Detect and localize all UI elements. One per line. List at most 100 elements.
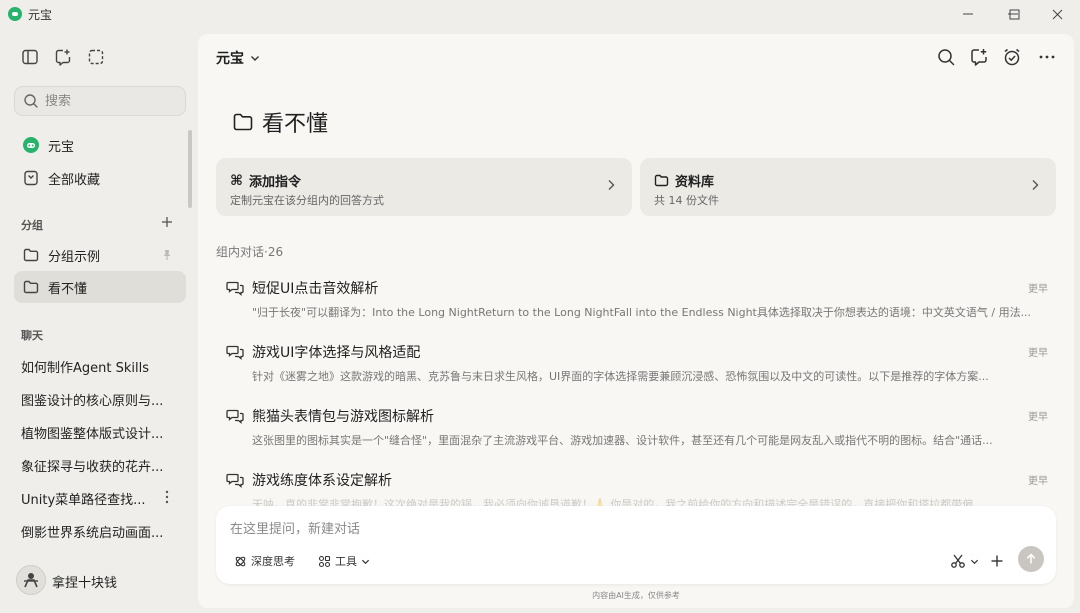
model-label: 元宝 (216, 51, 244, 67)
sidebar-scrollbar[interactable] (188, 130, 192, 208)
conversation-item[interactable]: 短促UI点击音效解析 更早 "归于长夜"可以翻译为：Into the Long … (220, 274, 1056, 330)
chevron-down-icon (361, 559, 370, 564)
new-chat-in-group-button[interactable] (969, 47, 989, 67)
card-subtitle: 共 14 份文件 (654, 194, 719, 207)
conversation-title: 游戏UI字体选择与风格适配 (252, 345, 421, 361)
screenshot-button[interactable] (87, 48, 107, 68)
more-button[interactable] (1037, 47, 1057, 67)
group-item-kanbudong[interactable]: 看不懂 (14, 271, 186, 303)
groups-section-label: 分组 (21, 219, 43, 232)
chat-bubbles-icon (226, 345, 244, 360)
sidebar-item-label: 全部收藏 (48, 172, 101, 188)
search-icon (24, 94, 38, 108)
group-item-example[interactable]: 分组示例 (14, 239, 186, 271)
page-title: 看不懂 (232, 106, 328, 138)
sidebar-item-favorites[interactable]: 全部收藏 (14, 162, 186, 194)
conversation-date: 更早 (1028, 412, 1048, 423)
maximize-icon (1009, 9, 1019, 19)
prompt-input[interactable] (230, 518, 1030, 540)
chat-item[interactable]: Unity菜单路径查找... (21, 489, 161, 508)
more-horizontal-icon (1039, 55, 1055, 59)
bookmark-icon (24, 170, 38, 186)
toggle-sidebar-button[interactable] (21, 48, 41, 68)
main-panel: 元宝 看不懂 ⌘ 添加指令 定制元宝在该分组内的回答方式 资料库 共 14 份文… (198, 34, 1074, 608)
chat-bubbles-icon (226, 473, 244, 488)
chat-item[interactable]: 植物图鉴整体版式设计... (21, 423, 181, 442)
add-group-button[interactable] (160, 215, 174, 229)
command-icon: ⌘ (230, 172, 243, 189)
minimize-icon (963, 13, 973, 15)
chat-item-more-button[interactable] (161, 489, 173, 505)
avatar[interactable] (16, 565, 46, 595)
sidebar-panel-icon (22, 49, 38, 65)
send-button[interactable] (1018, 546, 1044, 572)
folder-title-text: 看不懂 (262, 112, 329, 137)
conversation-count: 组内对话·26 (216, 245, 284, 259)
arrow-up-icon (1026, 553, 1036, 564)
ai-disclaimer: 内容由AI生成，仅供参考 (592, 591, 680, 600)
conversation-preview: 这张图里的图标其实是一个"缝合怪"，里面混杂了主流游戏平台、游戏加速器、设计软件… (252, 434, 993, 447)
search-input[interactable] (45, 93, 175, 109)
card-title-text: 资料库 (675, 175, 715, 190)
user-avatar-icon (24, 573, 38, 588)
deep-think-button[interactable]: 深度思考 (234, 550, 295, 572)
tools-button[interactable]: 工具 (318, 550, 370, 572)
deep-think-icon (235, 556, 246, 566)
close-button[interactable] (1034, 0, 1080, 28)
scissors-menu-button[interactable] (950, 550, 979, 572)
composer: 深度思考 工具 (216, 506, 1056, 584)
conversation-date: 更早 (1028, 284, 1048, 295)
new-chat-icon (55, 49, 71, 66)
chat-item[interactable]: 图鉴设计的核心原则与... (21, 390, 181, 409)
chat-bubbles-icon (226, 409, 244, 424)
pin-icon[interactable] (162, 249, 172, 261)
title-bar: 元宝 (0, 0, 1080, 28)
model-selector[interactable]: 元宝 (216, 48, 260, 68)
app-logo-icon (8, 7, 22, 21)
chat-item[interactable]: 倒影世界系统启动画面... (21, 522, 181, 541)
chevron-down-icon (251, 56, 259, 61)
scissors-icon (951, 554, 965, 568)
tools-label: 工具 (335, 555, 357, 568)
folder-icon (233, 113, 253, 131)
search-button[interactable] (936, 47, 956, 67)
chats-section-label: 聊天 (21, 329, 43, 342)
conversation-title: 短促UI点击音效解析 (252, 281, 379, 297)
new-chat-button[interactable] (54, 48, 74, 68)
card-title: ⌘ 添加指令 (230, 171, 301, 191)
library-card[interactable]: 资料库 共 14 份文件 (640, 158, 1056, 216)
group-item-label: 看不懂 (48, 281, 88, 297)
conversation-preview: "归于长夜"可以翻译为：Into the Long NightReturn to… (252, 306, 1032, 319)
schedule-button[interactable] (1002, 47, 1022, 67)
minimize-button-2[interactable] (945, 0, 991, 28)
yuanbao-logo-icon (23, 137, 39, 153)
dashed-square-icon (88, 49, 104, 65)
chevron-right-icon (608, 180, 615, 190)
search-icon (938, 49, 955, 66)
library-folder-icon (654, 174, 669, 187)
sidebar: 元宝 全部收藏 分组 分组示例 看不懂 聊天 如何制作Agent Skills … (0, 28, 198, 613)
sidebar-item-label: 元宝 (48, 139, 75, 155)
search-box[interactable] (14, 86, 186, 116)
conversation-item[interactable]: 熊猫头表情包与游戏图标解析 更早 这张图里的图标其实是一个"缝合怪"，里面混杂了… (220, 402, 1056, 458)
alarm-check-icon (1004, 48, 1020, 66)
conversation-item[interactable]: 游戏UI字体选择与风格适配 更早 针对《迷雾之地》这款游戏的暗黑、克苏鲁与末日求… (220, 338, 1056, 394)
chevron-down-icon (970, 559, 979, 564)
conversation-date: 更早 (1028, 348, 1048, 359)
close-icon (1052, 9, 1062, 19)
sidebar-item-yuanbao[interactable]: 元宝 (14, 129, 186, 161)
conversation-preview: 针对《迷雾之地》这款游戏的暗黑、克苏鲁与末日求生风格，UI界面的字体选择需要兼顾… (252, 370, 989, 383)
maximize-button[interactable] (991, 0, 1037, 28)
window-title: 元宝 (28, 7, 53, 22)
tools-grid-icon (318, 555, 331, 567)
deep-think-label: 深度思考 (251, 555, 295, 568)
card-title: 资料库 (654, 171, 714, 190)
plus-icon (162, 217, 172, 227)
add-instruction-card[interactable]: ⌘ 添加指令 定制元宝在该分组内的回答方式 (216, 158, 632, 216)
card-subtitle: 定制元宝在该分组内的回答方式 (230, 194, 384, 207)
attach-button[interactable] (990, 550, 1004, 572)
more-vertical-icon (165, 490, 169, 504)
chat-item[interactable]: 象征探寻与收获的花卉... (21, 456, 181, 475)
user-name[interactable]: 拿捏十块钱 (52, 572, 117, 591)
chat-item[interactable]: 如何制作Agent Skills (21, 357, 181, 376)
